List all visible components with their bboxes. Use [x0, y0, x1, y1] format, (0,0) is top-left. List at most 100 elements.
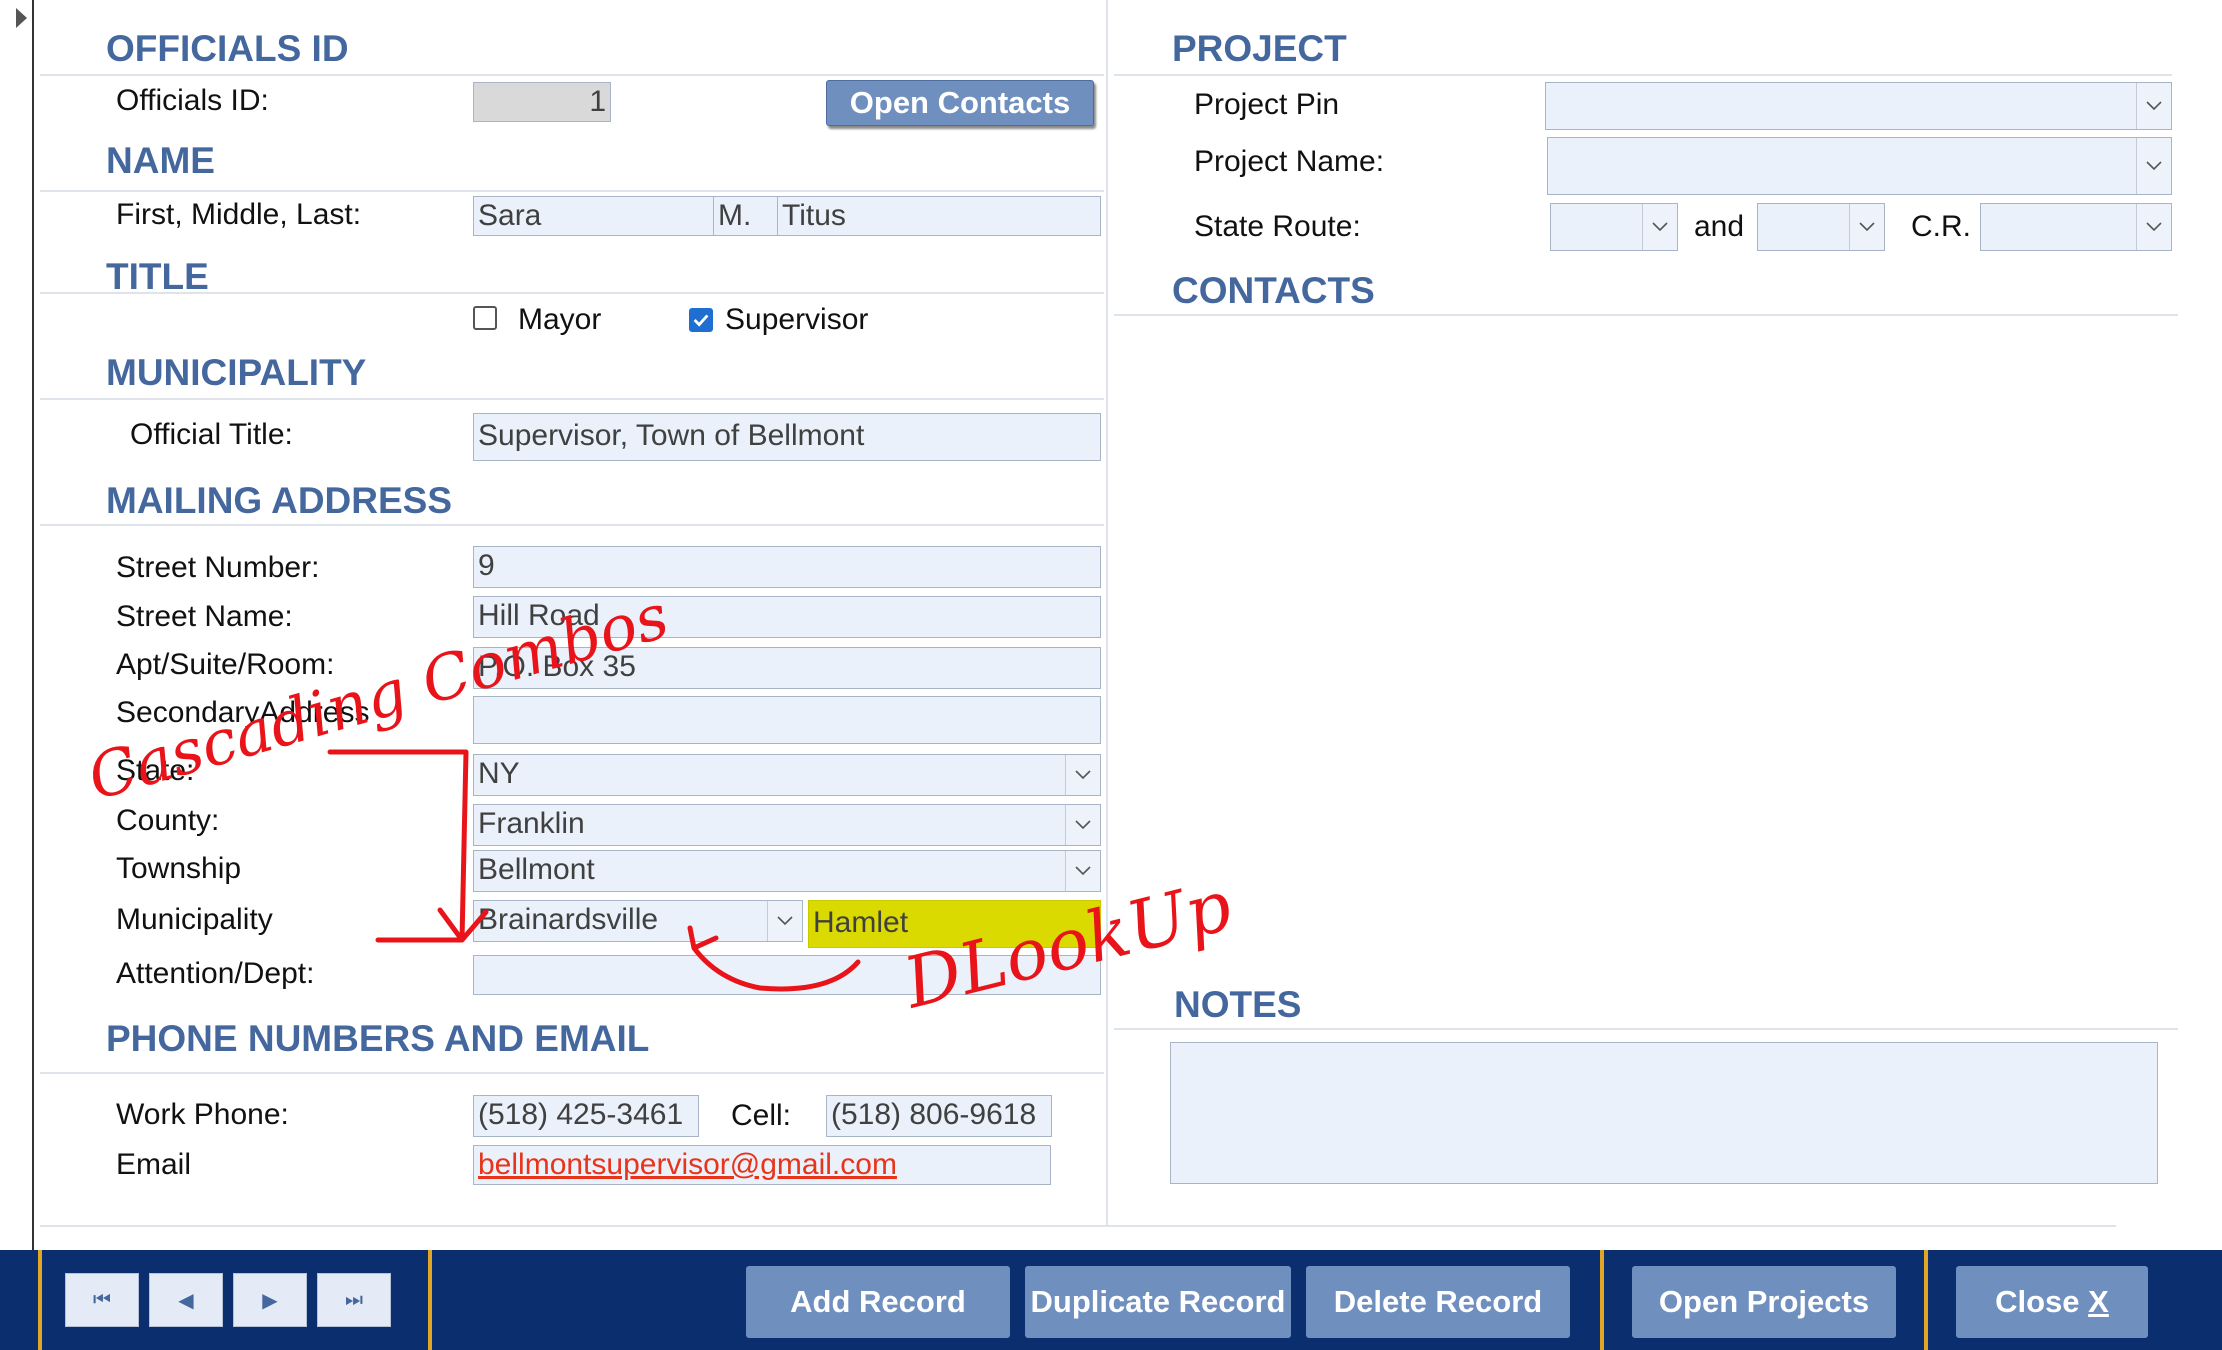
municipality-dropdown-arrow[interactable]: [767, 901, 802, 941]
open-contacts-button[interactable]: Open Contacts: [826, 80, 1094, 126]
section-contacts: CONTACTS: [1172, 270, 1375, 311]
checkmark-icon: [693, 314, 709, 327]
county-label: County:: [116, 804, 220, 837]
first-record-button[interactable]: ⏮: [65, 1273, 139, 1327]
record-selector[interactable]: [0, 0, 34, 1250]
apt-field[interactable]: P.O. Box 35: [473, 647, 1101, 689]
municipality-value: Brainardsville: [478, 903, 659, 936]
secondary-address-label: SecondaryAddress: [116, 696, 370, 729]
last-name-field[interactable]: Titus: [777, 196, 1101, 236]
cell-field[interactable]: (518) 806-9618: [826, 1095, 1052, 1137]
attention-label: Attention/Dept:: [116, 957, 315, 990]
section-name: NAME: [106, 140, 215, 181]
toolbar-separator: [428, 1250, 432, 1350]
official-title-field[interactable]: Supervisor, Town of Bellmont: [473, 413, 1101, 461]
middle-name-field[interactable]: M.: [713, 196, 779, 236]
chevron-down-icon: [2146, 161, 2162, 171]
next-record-button[interactable]: ▶: [233, 1273, 307, 1327]
email-label: Email: [116, 1148, 192, 1181]
last-record-button[interactable]: ⏭: [317, 1273, 391, 1327]
chevron-down-icon: [1075, 866, 1091, 876]
notes-field[interactable]: [1170, 1042, 2158, 1184]
record-pointer-icon: [16, 8, 27, 28]
rule: [40, 190, 1104, 192]
open-projects-button[interactable]: Open Projects: [1632, 1266, 1896, 1338]
cr-combo[interactable]: [1980, 203, 2172, 251]
attention-field[interactable]: [473, 955, 1101, 995]
project-name-dropdown-arrow[interactable]: [2136, 138, 2171, 194]
add-record-button[interactable]: Add Record: [746, 1266, 1010, 1338]
work-phone-label: Work Phone:: [116, 1098, 289, 1131]
rule: [40, 1072, 1104, 1074]
project-name-combo[interactable]: [1547, 137, 2172, 195]
municipality-type-field[interactable]: Hamlet: [808, 900, 1101, 948]
state-label: State:: [116, 754, 195, 787]
chevron-down-icon: [1075, 770, 1091, 780]
county-dropdown-arrow[interactable]: [1065, 805, 1100, 845]
section-notes: NOTES: [1174, 984, 1302, 1025]
municipality-label: Municipality: [116, 903, 273, 936]
project-pin-label: Project Pin: [1194, 88, 1340, 121]
supervisor-checkbox[interactable]: [689, 308, 713, 332]
county-combo[interactable]: Franklin: [473, 804, 1101, 846]
close-button[interactable]: Close X: [1956, 1266, 2148, 1338]
chevron-down-icon: [777, 916, 793, 926]
duplicate-record-button[interactable]: Duplicate Record: [1025, 1266, 1291, 1338]
contacts-subform[interactable]: [1114, 318, 2178, 978]
township-combo[interactable]: Bellmont: [473, 850, 1101, 892]
and-label: and: [1694, 210, 1745, 243]
cr-dropdown-arrow[interactable]: [2136, 204, 2171, 250]
state-combo[interactable]: NY: [473, 754, 1101, 796]
section-municipality: MUNICIPALITY: [106, 352, 367, 393]
email-field[interactable]: bellmontsupervisor@gmail.com: [473, 1145, 1051, 1185]
cr-label: C.R.: [1911, 210, 1971, 243]
state-route-2-dropdown-arrow[interactable]: [1849, 204, 1884, 250]
panel-divider: [1106, 0, 1108, 1225]
toolbar-separator: [1600, 1250, 1604, 1350]
township-value: Bellmont: [478, 853, 595, 886]
section-officials-id: OFFICIALS ID: [106, 28, 349, 69]
project-name-label: Project Name:: [1194, 145, 1385, 178]
officials-id-label: Officials ID:: [116, 84, 269, 117]
name-label: First, Middle, Last:: [116, 198, 362, 231]
first-name-field[interactable]: Sara: [473, 196, 715, 236]
rule: [40, 524, 1104, 526]
project-pin-dropdown-arrow[interactable]: [2136, 83, 2171, 129]
delete-record-button[interactable]: Delete Record: [1306, 1266, 1570, 1338]
rule: [40, 1225, 2116, 1227]
toolbar-separator: [1924, 1250, 1928, 1350]
chevron-down-icon: [1859, 222, 1875, 232]
secondary-address-field[interactable]: [473, 696, 1101, 744]
street-name-field[interactable]: Hill Road: [473, 596, 1101, 638]
state-route-combo-1[interactable]: [1550, 203, 1678, 251]
chevron-down-icon: [2146, 222, 2162, 232]
rule: [1114, 1028, 2178, 1030]
state-route-label: State Route:: [1194, 210, 1361, 243]
street-number-label: Street Number:: [116, 551, 320, 584]
street-number-field[interactable]: 9: [473, 546, 1101, 588]
municipality-combo[interactable]: Brainardsville: [473, 900, 803, 942]
county-value: Franklin: [478, 807, 585, 840]
close-x: X: [2088, 1284, 2109, 1319]
rule: [40, 292, 1104, 294]
rule: [40, 74, 1104, 76]
state-route-1-dropdown-arrow[interactable]: [1642, 204, 1677, 250]
work-phone-field[interactable]: (518) 425-3461: [473, 1095, 699, 1137]
state-dropdown-arrow[interactable]: [1065, 755, 1100, 795]
officials-id-field[interactable]: 1: [473, 82, 611, 122]
cascade-arrow-icon: [327, 749, 489, 943]
section-mailing-address: MAILING ADDRESS: [106, 480, 453, 521]
township-label: Township: [116, 852, 242, 885]
chevron-down-icon: [1652, 222, 1668, 232]
township-dropdown-arrow[interactable]: [1065, 851, 1100, 891]
mayor-checkbox[interactable]: [473, 306, 497, 330]
mayor-label: Mayor: [518, 303, 602, 336]
chevron-down-icon: [1075, 820, 1091, 830]
cell-label: Cell:: [731, 1099, 792, 1132]
supervisor-label: Supervisor: [725, 303, 869, 336]
state-route-combo-2[interactable]: [1757, 203, 1885, 251]
official-title-label: Official Title:: [130, 418, 293, 451]
rule: [1114, 74, 2172, 76]
project-pin-combo[interactable]: [1545, 82, 2172, 130]
previous-record-button[interactable]: ◀: [149, 1273, 223, 1327]
